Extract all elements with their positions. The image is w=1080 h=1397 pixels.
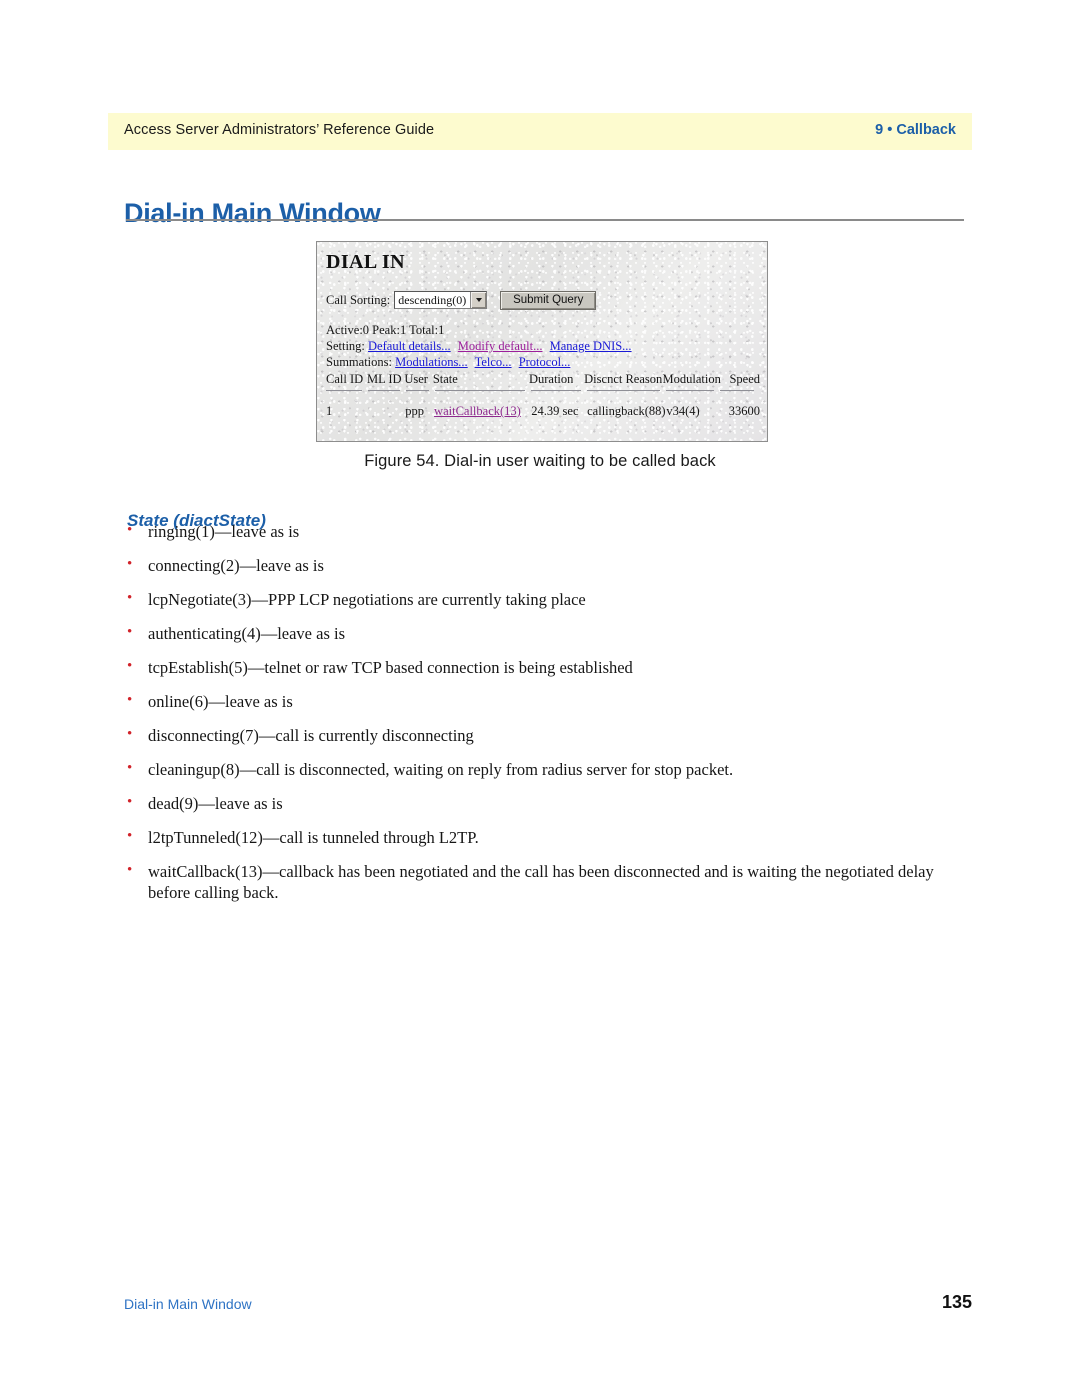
calls-table-header-row: Call ID ML ID User State Duration Discnc… <box>326 372 760 389</box>
call-sorting-selected-value: descending(0) <box>398 293 467 307</box>
list-item: ringing(1)—leave as is <box>126 520 944 542</box>
call-sorting-select[interactable]: descending(0) <box>394 291 488 309</box>
submit-query-button[interactable]: Submit Query <box>500 290 597 310</box>
state-value-list: ringing(1)—leave as is connecting(2)—lea… <box>126 520 944 916</box>
figure-caption: Figure 54. Dial-in user waiting to be ca… <box>364 452 716 470</box>
column-header-state: State <box>432 372 458 386</box>
cell-speed: 33600 <box>728 404 761 418</box>
dial-in-heading: DIAL IN <box>326 251 405 273</box>
setting-links-row: Setting: Default details... Modify defau… <box>326 339 636 353</box>
list-item: tcpEstablish(5)—telnet or raw TCP based … <box>126 656 944 678</box>
footer-page-number: 135 <box>941 1292 972 1312</box>
calls-table: Call ID ML ID User State Duration Discnc… <box>326 372 760 419</box>
link-default-details[interactable]: Default details... <box>368 339 451 353</box>
call-sorting-row: Call Sorting: descending(0) Submit Query <box>326 290 597 310</box>
column-header-duration: Duration <box>528 372 574 386</box>
list-item: dead(9)—leave as is <box>126 792 944 814</box>
link-protocol[interactable]: Protocol... <box>519 355 571 369</box>
cell-ml-id <box>367 404 405 419</box>
chevron-down-icon[interactable] <box>470 292 487 308</box>
column-header-ml-id: ML ID <box>366 372 402 386</box>
column-header-user: User <box>404 372 428 386</box>
list-item: connecting(2)—leave as is <box>126 554 944 576</box>
link-state-waitcallback[interactable]: waitCallback(13) <box>434 404 521 419</box>
cell-modulation: v34(4) <box>666 404 700 418</box>
link-modulations[interactable]: Modulations... <box>395 355 468 369</box>
call-sorting-label: Call Sorting: <box>326 292 391 307</box>
column-header-speed: Speed <box>729 372 760 386</box>
link-modify-default[interactable]: Modify default... <box>458 339 543 353</box>
list-item: l2tpTunneled(12)—call is tunneled throug… <box>126 826 944 848</box>
footer-section-label: Dial-in Main Window <box>124 1296 252 1312</box>
list-item: online(6)—leave as is <box>126 690 944 712</box>
running-header-chapter-text: 9 • Callback <box>875 122 956 138</box>
page-title: Dial-in Main Window <box>124 198 381 229</box>
call-stats-line: Active:0 Peak:1 Total:1 <box>326 323 445 337</box>
running-header-band: Access Server Administrators’ Reference … <box>108 113 972 150</box>
link-telco[interactable]: Telco... <box>475 355 512 369</box>
list-item: disconnecting(7)—call is currently disco… <box>126 724 944 746</box>
column-header-call-id: Call ID <box>326 372 364 386</box>
list-item: cleaningup(8)—call is disconnected, wait… <box>126 758 944 780</box>
cell-discnct-reason: callingback(88) <box>587 404 666 418</box>
link-manage-dnis[interactable]: Manage DNIS... <box>550 339 632 353</box>
list-item: authenticating(4)—leave as is <box>126 622 944 644</box>
figure-dial-in-screenshot: DIAL IN Call Sorting: descending(0) Subm… <box>316 241 768 442</box>
title-divider <box>126 219 964 221</box>
cell-user: ppp <box>405 404 424 418</box>
column-header-discnct-reason: Discnct Reason <box>584 372 663 386</box>
cell-duration: 24.39 sec <box>531 404 579 418</box>
table-row: 1 ppp waitCallback(13) 24.39 sec calling… <box>326 404 760 419</box>
dial-in-app-window: DIAL IN Call Sorting: descending(0) Subm… <box>316 241 768 442</box>
cell-call-id: 1 <box>326 404 333 418</box>
list-item: lcpNegotiate(3)—PPP LCP negotiations are… <box>126 588 944 610</box>
summations-links-row: Summations: Modulations... Telco... Prot… <box>326 355 574 369</box>
running-header-left-text: Access Server Administrators’ Reference … <box>124 122 435 138</box>
summations-label: Summations: <box>326 355 392 369</box>
list-item: waitCallback(13)—callback has been negot… <box>126 860 944 903</box>
column-header-modulation: Modulation <box>662 372 721 386</box>
setting-label: Setting: <box>326 339 365 353</box>
calls-table-header-underline <box>326 390 760 391</box>
